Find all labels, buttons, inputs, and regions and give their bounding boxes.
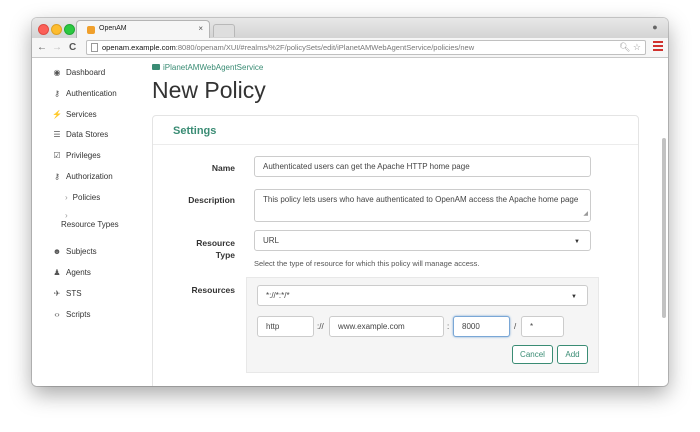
url-text: openam.example.com:8080/openam/XUI/#real…: [102, 42, 474, 54]
resource-pattern-value: *://*:*/*: [266, 291, 290, 300]
openam-favicon-icon: [87, 26, 95, 34]
key-icon: ⚷: [54, 89, 60, 98]
plug-icon: ⚡: [52, 110, 62, 119]
host-input[interactable]: www.example.com: [329, 316, 444, 337]
resource-type-label-line2: Type: [215, 250, 235, 260]
users-icon: ☻: [52, 247, 62, 256]
name-label: Name: [211, 163, 235, 173]
tab-title: OpenAM: [99, 25, 127, 32]
tab-bar: OpenAM × ●: [32, 18, 668, 38]
resources-editor: *://*:*/* ▼ http :// www.example.com : 80…: [246, 277, 599, 373]
sidebar-item-authentication[interactable]: ⚷ Authentication: [52, 89, 117, 98]
sidebar-item-label: Policies: [72, 193, 101, 202]
name-input[interactable]: Authenticated users can get the Apache H…: [254, 156, 591, 177]
description-label: Description: [188, 195, 235, 205]
sidebar-item-label: Authorization: [66, 172, 113, 181]
sidebar-item-label: Agents: [66, 268, 91, 277]
sidebar-item-label: Subjects: [66, 247, 97, 256]
sidebar-item-label: Resource Types: [61, 220, 119, 229]
sidebar-item-authorization[interactable]: ⚷ Authorization: [52, 172, 113, 181]
description-text: This policy lets users who have authenti…: [263, 195, 579, 204]
breadcrumb[interactable]: iPlanetAMWebAgentService: [152, 63, 263, 72]
page-title: New Policy: [152, 77, 266, 103]
forward-icon[interactable]: →: [52, 41, 62, 54]
check-icon: ☑: [53, 151, 61, 160]
back-icon[interactable]: ←: [37, 41, 47, 54]
port-separator: :: [447, 322, 450, 331]
url-path: :8080/openam/XUI/#realms/%2F/policySets/…: [175, 43, 475, 52]
user-profile-icon[interactable]: ●: [650, 22, 660, 33]
dashboard-icon: ◉: [53, 68, 61, 77]
sidebar-item-label: Authentication: [66, 89, 117, 98]
code-icon: ‹›: [54, 310, 60, 319]
settings-panel: Settings Name Authenticated users can ge…: [152, 115, 639, 386]
sidebar-item-label: Dashboard: [66, 68, 106, 77]
url-host: openam.example.com: [102, 43, 176, 52]
scrollbar[interactable]: [662, 138, 666, 318]
new-tab-button[interactable]: [213, 24, 235, 37]
zoom-bookmark-icon[interactable]: 🔍︎ ☆: [619, 41, 641, 54]
sidebar-item-dashboard[interactable]: ◉ Dashboard: [52, 68, 106, 77]
sidebar-item-label: Data Stores: [66, 130, 109, 139]
sidebar: ◉ Dashboard ⚷ Authentication ⚡ Services ☰ Da…: [32, 58, 152, 386]
resource-pattern-select[interactable]: *://*:*/* ▼: [257, 285, 588, 306]
chevron-right-icon: ›: [65, 211, 68, 220]
agent-icon: ♟: [53, 268, 61, 277]
resources-label: Resources: [191, 285, 235, 295]
sidebar-item-privileges[interactable]: ☑ Privileges: [52, 151, 101, 160]
sidebar-item-label: STS: [66, 289, 82, 298]
database-icon: ☰: [53, 130, 61, 139]
resource-type-label-line1: Resource: [196, 238, 235, 248]
breadcrumb-label: iPlanetAMWebAgentService: [163, 63, 264, 72]
resource-type-label: Resource Type: [155, 237, 235, 261]
port-input[interactable]: 8000: [453, 316, 510, 337]
resource-type-select[interactable]: URL ▼: [254, 230, 591, 251]
tab-openam[interactable]: OpenAM ×: [76, 20, 210, 38]
browser-menu-icon[interactable]: [653, 41, 663, 54]
sidebar-item-agents[interactable]: ♟ Agents: [52, 268, 91, 277]
sidebar-item-services[interactable]: ⚡ Services: [52, 110, 97, 119]
page-icon: [91, 43, 98, 52]
close-window-button[interactable]: [38, 24, 49, 35]
sidebar-item-subjects[interactable]: ☻ Subjects: [52, 247, 97, 256]
browser-toolbar: ← → C openam.example.com:8080/openam/XUI…: [32, 38, 668, 58]
chevron-down-icon: ▼: [574, 239, 580, 245]
maximize-window-button[interactable]: [64, 24, 75, 35]
scheme-separator: ://: [317, 322, 324, 331]
folder-icon: [152, 64, 160, 70]
browser-window: OpenAM × ● ← → C openam.example.com:8080…: [32, 18, 668, 386]
reload-icon[interactable]: C: [69, 41, 76, 54]
resize-handle-icon[interactable]: ◢: [583, 209, 588, 219]
sidebar-item-sts[interactable]: ✈ STS: [52, 289, 82, 298]
chevron-down-icon: ▼: [571, 294, 577, 300]
sidebar-item-scripts[interactable]: ‹› Scripts: [52, 310, 90, 319]
path-separator: /: [514, 322, 517, 331]
chevron-right-icon: ›: [65, 193, 68, 202]
sidebar-item-label: Privileges: [66, 151, 101, 160]
resource-type-help: Select the type of resource for which th…: [254, 259, 480, 268]
sidebar-item-label: Scripts: [66, 310, 91, 319]
resource-type-value: URL: [263, 236, 280, 245]
key-icon: ⚷: [54, 172, 60, 181]
add-button[interactable]: Add: [557, 345, 588, 364]
divider: [153, 144, 638, 145]
sidebar-item-resource-types[interactable]: › Resource Types: [61, 211, 123, 229]
address-bar[interactable]: openam.example.com:8080/openam/XUI/#real…: [86, 40, 646, 55]
sidebar-item-policies[interactable]: › Policies: [65, 193, 100, 202]
page-content: ◉ Dashboard ⚷ Authentication ⚡ Services ☰ Da…: [32, 58, 668, 386]
sidebar-item-label: Services: [66, 110, 97, 119]
path-input[interactable]: *: [521, 316, 564, 337]
minimize-window-button[interactable]: [51, 24, 62, 35]
settings-title: Settings: [173, 125, 217, 137]
plane-icon: ✈: [53, 289, 61, 298]
tab-close-icon[interactable]: ×: [198, 24, 203, 33]
cancel-button[interactable]: Cancel: [512, 345, 553, 364]
sidebar-item-data-stores[interactable]: ☰ Data Stores: [52, 130, 108, 139]
scheme-input[interactable]: http: [257, 316, 314, 337]
description-textarea[interactable]: This policy lets users who have authenti…: [254, 189, 591, 222]
